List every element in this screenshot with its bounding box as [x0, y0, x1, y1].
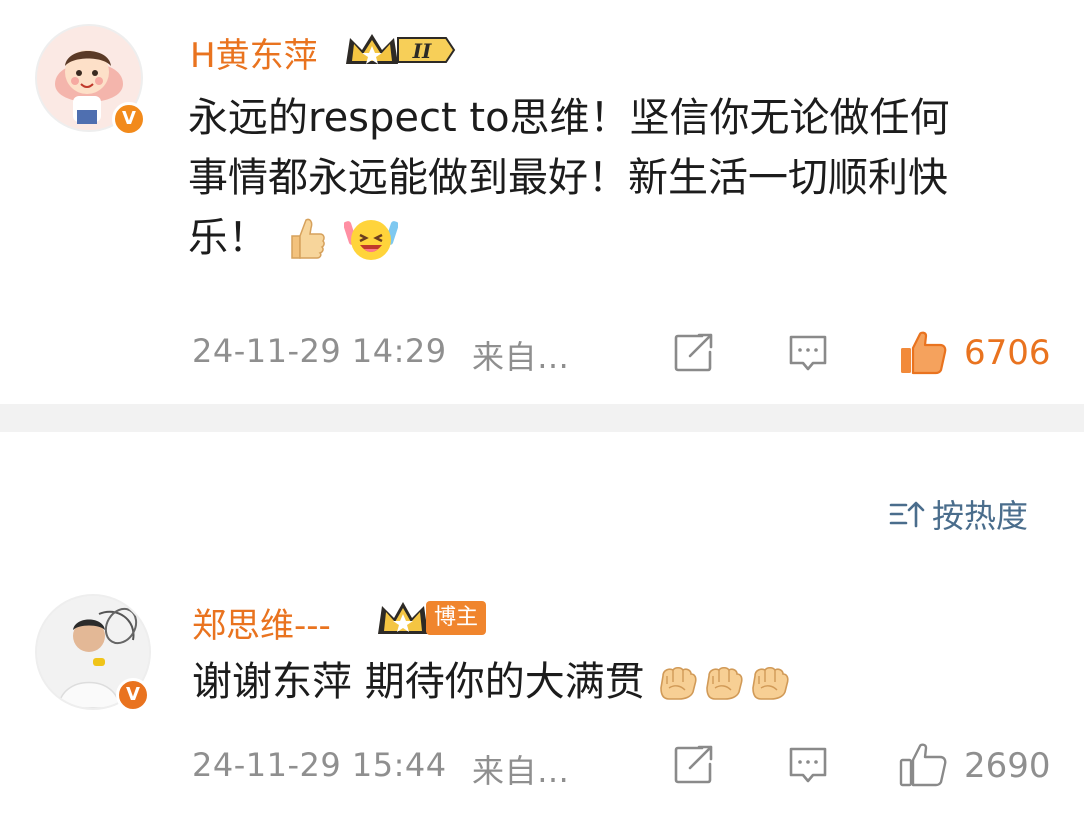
share-icon[interactable]: [672, 744, 716, 786]
comment-card-2: V 郑思维--- 博主 谢谢东萍 期待你的大满贯 24-11-29 15:44 …: [0, 580, 1084, 826]
comment-text-line-1: 永远的respect to思维！坚信你无论做任何: [188, 95, 950, 141]
comment-text-row: 谢谢东萍 期待你的大满贯: [192, 652, 791, 712]
like-thumbs-up-icon[interactable]: [898, 330, 948, 376]
comment-icon[interactable]: [786, 332, 830, 376]
blogger-badge: 博主: [376, 596, 487, 640]
comment-timestamp: 24-11-29 14:29: [192, 332, 447, 370]
fist-emoji-icon: [751, 666, 789, 700]
like-count: 6706: [964, 333, 1051, 373]
comment-source[interactable]: 来自…: [472, 746, 570, 792]
comment-author[interactable]: H黄东萍: [190, 28, 318, 77]
section-divider: [0, 404, 1084, 432]
share-icon[interactable]: [672, 332, 716, 374]
comment-author[interactable]: 郑思维---: [192, 598, 331, 647]
sort-label: 按热度: [932, 497, 1029, 535]
laughing-cheer-emoji-icon: [344, 220, 398, 260]
like-count: 2690: [964, 746, 1051, 786]
comment-timestamp: 24-11-29 15:44: [192, 746, 447, 784]
crown-level-badge-icon: [378, 602, 428, 634]
comment-icon[interactable]: [786, 744, 830, 788]
verified-badge-icon: V: [112, 102, 146, 136]
comment-text: 谢谢东萍 期待你的大满贯: [192, 659, 645, 705]
sort-by-hot-button[interactable]: 按热度: [888, 492, 1028, 536]
like-thumbs-up-icon[interactable]: [898, 742, 948, 788]
comment-card-1: V H黄东萍 II 永远的respect to思维！坚信你无论做任何 事情都永远…: [0, 0, 1084, 404]
fist-emoji-icon: [705, 666, 743, 700]
comment-source[interactable]: 来自…: [472, 332, 570, 378]
blogger-tag: 博主: [426, 601, 487, 635]
comment-text-line-2: 事情都永远能做到最好！新生活一切顺利快: [188, 155, 948, 201]
verified-badge-icon: V: [116, 678, 150, 712]
comment-text-tail: 乐！: [188, 215, 268, 261]
thumbs-up-emoji-icon: [291, 218, 325, 259]
fist-emoji-icon: [659, 666, 697, 700]
sort-icon: [889, 501, 925, 528]
comment-text-line-3: 乐！: [188, 208, 398, 268]
badge-level-text: II: [412, 39, 432, 63]
crown-level-badge-icon: II: [346, 34, 456, 64]
